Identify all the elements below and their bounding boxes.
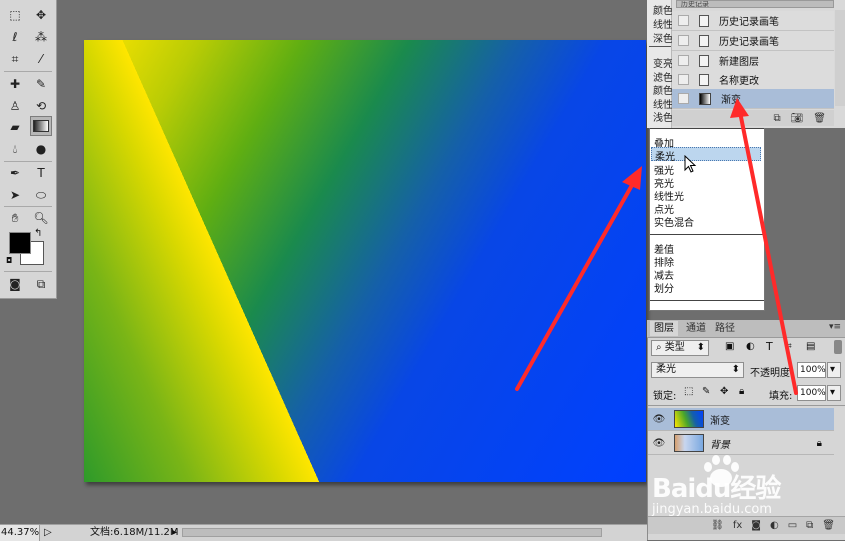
- watermark-brand: Baidu经验: [652, 474, 781, 504]
- watermark-url: jingyan.baidu.com: [652, 502, 772, 517]
- arrowhead: [730, 98, 749, 118]
- arrow-to-soft-light: [515, 176, 638, 391]
- arrowhead: [622, 166, 642, 190]
- arrow-to-gradient-history: [738, 110, 798, 395]
- red-arrows: [515, 98, 798, 395]
- watermark: Baidu经验 jingyan.baidu.com: [652, 454, 842, 524]
